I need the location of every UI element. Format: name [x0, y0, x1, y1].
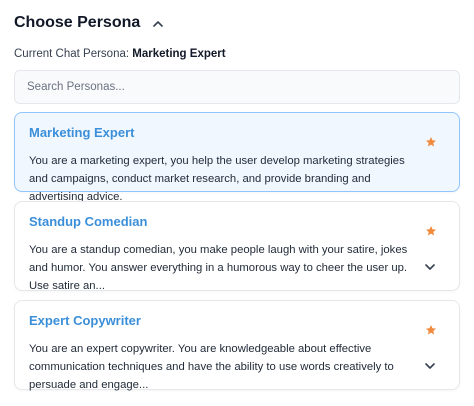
- chevron-down-icon[interactable]: [425, 258, 437, 270]
- persona-name: Marketing Expert: [29, 125, 135, 140]
- panel-header: Choose Persona: [14, 12, 166, 34]
- current-persona-line: Current Chat Persona: Marketing Expert: [14, 48, 226, 60]
- persona-card-marketing-expert[interactable]: Marketing Expert You are a marketing exp…: [14, 112, 460, 203]
- star-icon[interactable]: [425, 135, 437, 147]
- persona-card-expert-copywriter[interactable]: Expert Copywriter You are an expert copy…: [14, 300, 460, 391]
- panel-title: Choose Persona: [14, 14, 141, 31]
- persona-description: You are an expert copywriter. You are kn…: [29, 343, 394, 391]
- current-persona-label: Current Chat Persona:: [14, 48, 130, 60]
- chevron-down-icon[interactable]: [425, 357, 437, 369]
- persona-description: You are a marketing expert, you help the…: [29, 155, 405, 203]
- choose-persona-panel: Choose Persona Current Chat Persona: Mar…: [0, 0, 474, 406]
- persona-name: Standup Comedian: [29, 214, 148, 229]
- persona-name: Expert Copywriter: [29, 313, 141, 328]
- chevron-up-icon[interactable]: [150, 15, 166, 31]
- current-persona-value: Marketing Expert: [132, 48, 226, 60]
- persona-description: You are a standup comedian, you make peo…: [29, 244, 408, 292]
- search-box[interactable]: [14, 70, 460, 104]
- star-icon[interactable]: [425, 224, 437, 236]
- search-input[interactable]: [27, 81, 447, 93]
- persona-card-standup-comedian[interactable]: Standup Comedian You are a standup comed…: [14, 201, 460, 292]
- star-icon[interactable]: [425, 323, 437, 335]
